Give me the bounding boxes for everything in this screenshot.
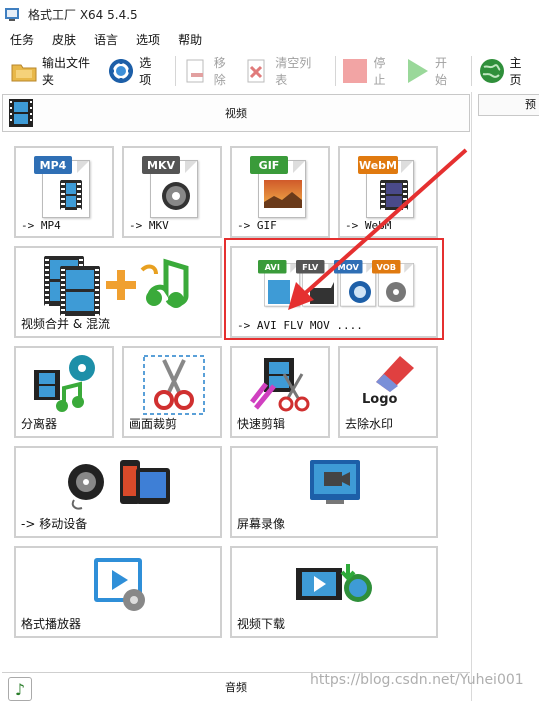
remove-doc-icon <box>182 57 210 85</box>
output-folder-button[interactable]: 输出文件夹 <box>10 54 101 88</box>
music-note-icon: ♪ <box>8 677 32 701</box>
folder-icon <box>10 57 38 85</box>
app-logo-icon <box>4 6 20 22</box>
stop-label: 停止 <box>373 56 386 87</box>
clear-list-label: 清空列表 <box>275 56 312 87</box>
options-button[interactable]: 选项 <box>107 54 163 88</box>
webm-file-icon: WebM <box>358 156 416 218</box>
clear-list-button[interactable]: 清空列表 <box>243 54 322 88</box>
tile-label: -> MKV <box>129 219 169 232</box>
quick-clip-icon <box>250 358 310 412</box>
film-strip-icon <box>9 99 33 127</box>
tile-to-gif[interactable]: GIF -> GIF <box>230 146 330 238</box>
tile-label: 屏幕录像 <box>237 517 286 531</box>
video-section-header[interactable]: 视频 <box>2 94 470 132</box>
toolbar-divider <box>334 56 336 86</box>
crop-scissors-icon <box>143 355 205 415</box>
tile-to-mobile-device[interactable]: -> 移动设备 <box>14 446 222 538</box>
tile-label: 格式播放器 <box>21 617 82 631</box>
preview-panel: 预 <box>478 92 539 701</box>
annotation-highlight-box <box>224 238 444 340</box>
start-button[interactable]: 开始 <box>403 54 459 88</box>
toolbar: 输出文件夹 选项 移除 清空列表 停止 开始 主页 <box>0 52 539 90</box>
toolbar-divider <box>470 56 472 86</box>
tile-label: -> 移动设备 <box>21 517 88 531</box>
home-button[interactable]: 主页 <box>478 54 534 88</box>
home-label: 主页 <box>509 56 522 87</box>
tile-screen-record[interactable]: 屏幕录像 <box>230 446 438 538</box>
screen-record-icon <box>310 460 360 504</box>
tile-remove-watermark[interactable]: Logo 去除水印 <box>338 346 438 438</box>
output-folder-label: 输出文件夹 <box>42 56 91 87</box>
eraser-icon <box>376 356 414 392</box>
title-bar: 格式工厂 X64 5.4.5 <box>0 0 539 28</box>
tile-label: 视频合并 & 混流 <box>21 317 110 331</box>
tile-label: -> GIF <box>237 219 277 232</box>
options-label: 选项 <box>139 56 152 87</box>
window-title: 格式工厂 X64 5.4.5 <box>28 7 138 22</box>
tile-label: 分离器 <box>21 417 58 431</box>
tile-to-mkv[interactable]: MKV -> MKV <box>122 146 222 238</box>
gif-file-icon: GIF <box>250 156 308 218</box>
video-section-title: 视频 <box>225 107 247 120</box>
tile-label: 画面裁剪 <box>129 417 178 431</box>
video-panel: 视频 MP4 -> MP4 MKV -> MKV GIF -> GIF WebM <box>0 92 472 701</box>
tile-video-download[interactable]: 视频下载 <box>230 546 438 638</box>
globe-icon <box>478 57 506 85</box>
tile-label: 去除水印 <box>345 417 394 431</box>
menu-options[interactable]: 选项 <box>136 31 160 48</box>
menu-skin[interactable]: 皮肤 <box>52 31 76 48</box>
gear-icon <box>107 57 135 85</box>
preview-column-header[interactable]: 预 <box>478 94 539 116</box>
tile-format-player[interactable]: 格式播放器 <box>14 546 222 638</box>
menu-task[interactable]: 任务 <box>10 31 34 48</box>
toolbar-divider <box>174 56 176 86</box>
tile-to-webm[interactable]: WebM -> WebM <box>338 146 438 238</box>
play-icon <box>403 57 431 85</box>
menu-bar: 任务 皮肤 语言 选项 帮助 <box>0 28 539 50</box>
watermark-logo-text: Logo <box>362 392 398 407</box>
stop-button[interactable]: 停止 <box>341 54 397 88</box>
clear-list-icon <box>243 57 271 85</box>
start-label: 开始 <box>435 56 448 87</box>
csdn-watermark: https://blog.csdn.net/Yuhei001 <box>310 672 524 688</box>
menu-language[interactable]: 语言 <box>94 31 118 48</box>
tile-quick-clip[interactable]: 快速剪辑 <box>230 346 330 438</box>
tile-to-mp4[interactable]: MP4 -> MP4 <box>14 146 114 238</box>
mkv-file-icon: MKV <box>142 156 200 218</box>
remove-label: 移除 <box>213 56 226 87</box>
video-download-icon <box>296 564 372 602</box>
tile-label: 视频下载 <box>237 617 286 631</box>
video-merge-icon <box>44 256 204 316</box>
mp4-file-icon: MP4 <box>34 156 92 218</box>
stop-icon <box>341 57 369 85</box>
tile-label: 快速剪辑 <box>237 417 286 431</box>
tile-label: -> MP4 <box>21 219 61 232</box>
remove-button[interactable]: 移除 <box>182 54 238 88</box>
splitter-icon <box>34 355 95 412</box>
tile-video-merge[interactable]: 视频合并 & 混流 <box>14 246 222 338</box>
mobile-device-icon <box>68 460 170 510</box>
menu-help[interactable]: 帮助 <box>178 31 202 48</box>
tile-crop[interactable]: 画面裁剪 <box>122 346 222 438</box>
format-player-icon <box>94 558 145 611</box>
tile-label: -> WebM <box>345 219 392 232</box>
audio-section-title: 音频 <box>225 681 247 694</box>
tile-splitter[interactable]: 分离器 <box>14 346 114 438</box>
